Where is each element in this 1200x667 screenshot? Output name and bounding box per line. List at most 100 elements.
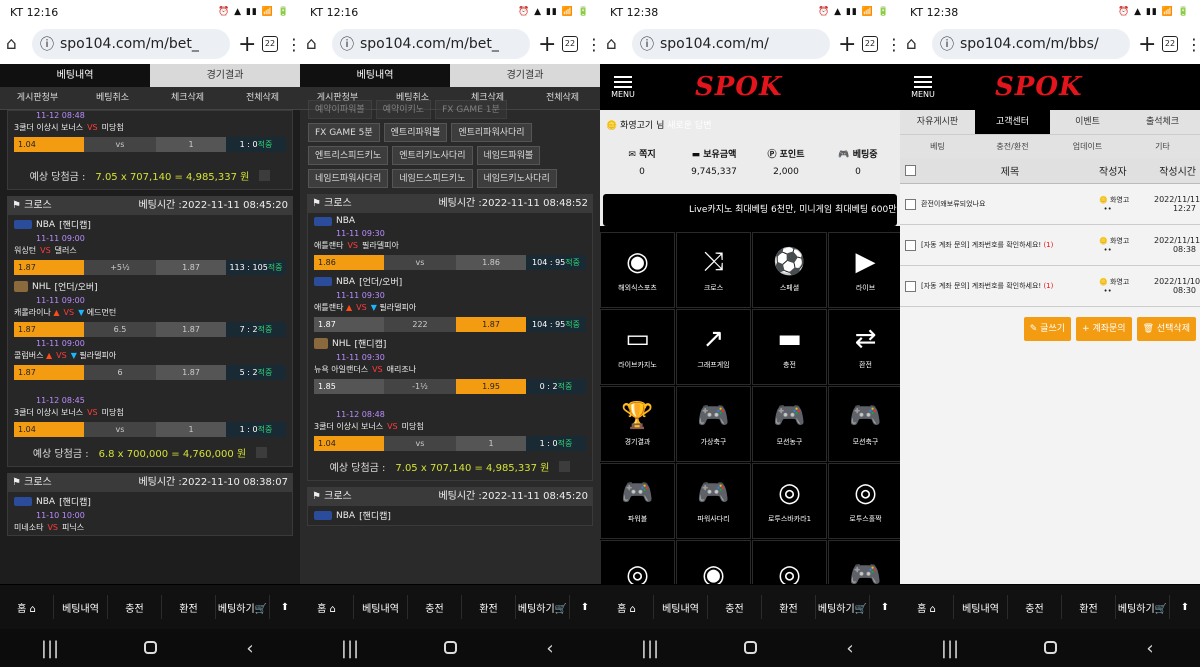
url-bar[interactable]: ⓘ spo104.com/m/bet_: [332, 29, 530, 59]
more-icon[interactable]: ⋮: [886, 35, 900, 54]
menu-tile[interactable]: 🎮 가상축구: [676, 386, 751, 462]
nav-home[interactable]: 홈 ⌂: [600, 600, 653, 615]
row-checkbox[interactable]: [905, 280, 916, 292]
nav-bet[interactable]: 베팅하기🛒: [216, 600, 269, 615]
tab-customer-center[interactable]: 고객센터: [975, 110, 1050, 134]
subtab-betting[interactable]: 베팅: [900, 135, 975, 158]
menu-tile[interactable]: 🎮 파워사다리: [676, 463, 751, 539]
nav-withdraw[interactable]: 환전: [1062, 600, 1115, 615]
menu-tile[interactable]: ▬ 충전: [752, 309, 827, 385]
menu-item[interactable]: FX GAME 5분: [308, 123, 380, 142]
more-icon[interactable]: ⋮: [586, 35, 600, 54]
menu-item[interactable]: 예약이키노: [375, 100, 432, 119]
url-bar[interactable]: ⓘ spo104.com/m/bbs/: [932, 29, 1130, 59]
nav-bet[interactable]: 베팅하기🛒: [1116, 600, 1169, 615]
nav-bet[interactable]: 베팅하기🛒: [516, 600, 569, 615]
subtab-update[interactable]: 업데이트: [1050, 135, 1125, 158]
recents-icon[interactable]: |||: [620, 638, 680, 659]
menu-item[interactable]: 엔트리키노사다리: [392, 146, 473, 165]
nav-home[interactable]: 홈 ⌂: [900, 600, 953, 615]
back-icon[interactable]: ‹: [1120, 638, 1180, 659]
menu-tile[interactable]: ⚽ 스페셜: [752, 232, 827, 308]
menu-item[interactable]: 엔트리파워사다리: [451, 123, 532, 142]
tab-results[interactable]: 경기결과: [450, 64, 600, 87]
menu-tile[interactable]: 🎮: [828, 540, 900, 584]
tab-count[interactable]: 22: [862, 36, 878, 52]
scroll-top-icon[interactable]: ⬆: [570, 602, 600, 613]
delete-selected-button[interactable]: 🗑 선택삭제: [1136, 317, 1196, 341]
menu-tile[interactable]: ⇄ 환전: [828, 309, 900, 385]
tab-bet-history[interactable]: 베팅내역: [300, 64, 450, 87]
checkbox[interactable]: [559, 461, 571, 472]
menu-tile[interactable]: ◉: [676, 540, 751, 584]
url-bar[interactable]: ⓘ spo104.com/m/bet_: [32, 29, 230, 59]
menu-tile[interactable]: 🎮 모션축구: [828, 386, 900, 462]
nav-withdraw[interactable]: 환전: [462, 600, 515, 615]
menu-tile[interactable]: 🎮 모션농구: [752, 386, 827, 462]
back-icon[interactable]: ‹: [820, 638, 880, 659]
nav-home[interactable]: 홈 ⌂: [300, 600, 353, 615]
menu-item[interactable]: 네임드파워사다리: [308, 169, 389, 188]
nav-deposit[interactable]: 충전: [1008, 600, 1061, 615]
menu-tile[interactable]: ◎ 로투스바카라1: [752, 463, 827, 539]
menu-item[interactable]: 예약이파워볼: [308, 100, 372, 119]
menu-tile[interactable]: ◎: [752, 540, 827, 584]
tab-results[interactable]: 경기결과: [150, 64, 300, 87]
nav-deposit[interactable]: 충전: [708, 600, 761, 615]
tab-count[interactable]: 22: [262, 36, 278, 52]
tab-free-board[interactable]: 자유게시판: [900, 110, 975, 134]
nav-withdraw[interactable]: 환전: [162, 600, 215, 615]
new-tab-icon[interactable]: +: [1138, 32, 1156, 57]
menu-item[interactable]: 엔트리파워볼: [383, 123, 448, 142]
menu-button[interactable]: MENU: [908, 75, 938, 99]
tab-attendance[interactable]: 출석체크: [1125, 110, 1200, 134]
nav-bet-history[interactable]: 베팅내역: [954, 600, 1007, 615]
delete-all-button[interactable]: 전체삭제: [225, 87, 300, 109]
stat-points[interactable]: Ⓟ 포인트 2,000: [750, 147, 822, 177]
board-request-button[interactable]: 게시판청부: [0, 87, 75, 109]
menu-button[interactable]: MENU: [608, 75, 638, 99]
delete-checked-button[interactable]: 체크삭제: [150, 87, 225, 109]
home-key-icon[interactable]: [1020, 638, 1080, 659]
new-tab-icon[interactable]: +: [838, 32, 856, 57]
home-icon[interactable]: ⌂: [906, 34, 924, 54]
nav-deposit[interactable]: 충전: [108, 600, 161, 615]
subtab-etc[interactable]: 기타: [1125, 135, 1200, 158]
write-button[interactable]: ✎ 글쓰기: [1023, 317, 1072, 341]
subtab-deposit[interactable]: 충전/환전: [975, 135, 1050, 158]
back-icon[interactable]: ‹: [220, 638, 280, 659]
nav-deposit[interactable]: 충전: [408, 600, 461, 615]
scroll-top-icon[interactable]: ⬆: [1170, 602, 1200, 613]
nav-bet[interactable]: 베팅하기🛒: [816, 600, 869, 615]
menu-tile[interactable]: 🏆 경기결과: [600, 386, 675, 462]
tab-count[interactable]: 22: [562, 36, 578, 52]
scroll-top-icon[interactable]: ⬆: [870, 602, 900, 613]
home-icon[interactable]: ⌂: [606, 34, 624, 54]
home-icon[interactable]: ⌂: [306, 34, 324, 54]
row-checkbox[interactable]: [905, 239, 916, 251]
nav-bet-history[interactable]: 베팅내역: [354, 600, 407, 615]
tab-event[interactable]: 이벤트: [1050, 110, 1125, 134]
menu-tile[interactable]: ↗ 그래프게임: [676, 309, 751, 385]
table-row[interactable]: [자동 계좌 문의] 계좌번호를 확인하세요! (1) 🪙 화영고 •• 202…: [900, 225, 1200, 266]
cancel-bet-button[interactable]: 베팅취소: [75, 87, 150, 109]
home-key-icon[interactable]: [120, 638, 180, 659]
menu-tile[interactable]: ▶ 라이브: [828, 232, 900, 308]
tab-bet-history[interactable]: 베팅내역: [0, 64, 150, 87]
more-icon[interactable]: ⋮: [1186, 35, 1200, 54]
nav-home[interactable]: 홈 ⌂: [0, 600, 53, 615]
menu-tile[interactable]: 🎮 파워볼: [600, 463, 675, 539]
checkbox[interactable]: [259, 170, 271, 181]
checkbox[interactable]: [256, 447, 268, 458]
menu-item[interactable]: 엔트리스피드키노: [308, 146, 389, 165]
menu-tile[interactable]: ◉ 해외식스포츠: [600, 232, 675, 308]
menu-item[interactable]: 네임드스피드키노: [392, 169, 473, 188]
recents-icon[interactable]: |||: [320, 638, 380, 659]
stat-balance[interactable]: ▬ 보유금액 9,745,337: [678, 147, 750, 177]
nav-bet-history[interactable]: 베팅내역: [54, 600, 107, 615]
stat-betting[interactable]: 🎮 베팅중 0: [822, 147, 894, 177]
table-row[interactable]: 환전이왜보류되었나요 🪙 화영고 •• 2022/11/11 12:27: [900, 184, 1200, 225]
stat-messages[interactable]: ✉ 쪽지 0: [606, 147, 678, 177]
tab-count[interactable]: 22: [1162, 36, 1178, 52]
menu-tile[interactable]: ▭ 라이브카지노: [600, 309, 675, 385]
